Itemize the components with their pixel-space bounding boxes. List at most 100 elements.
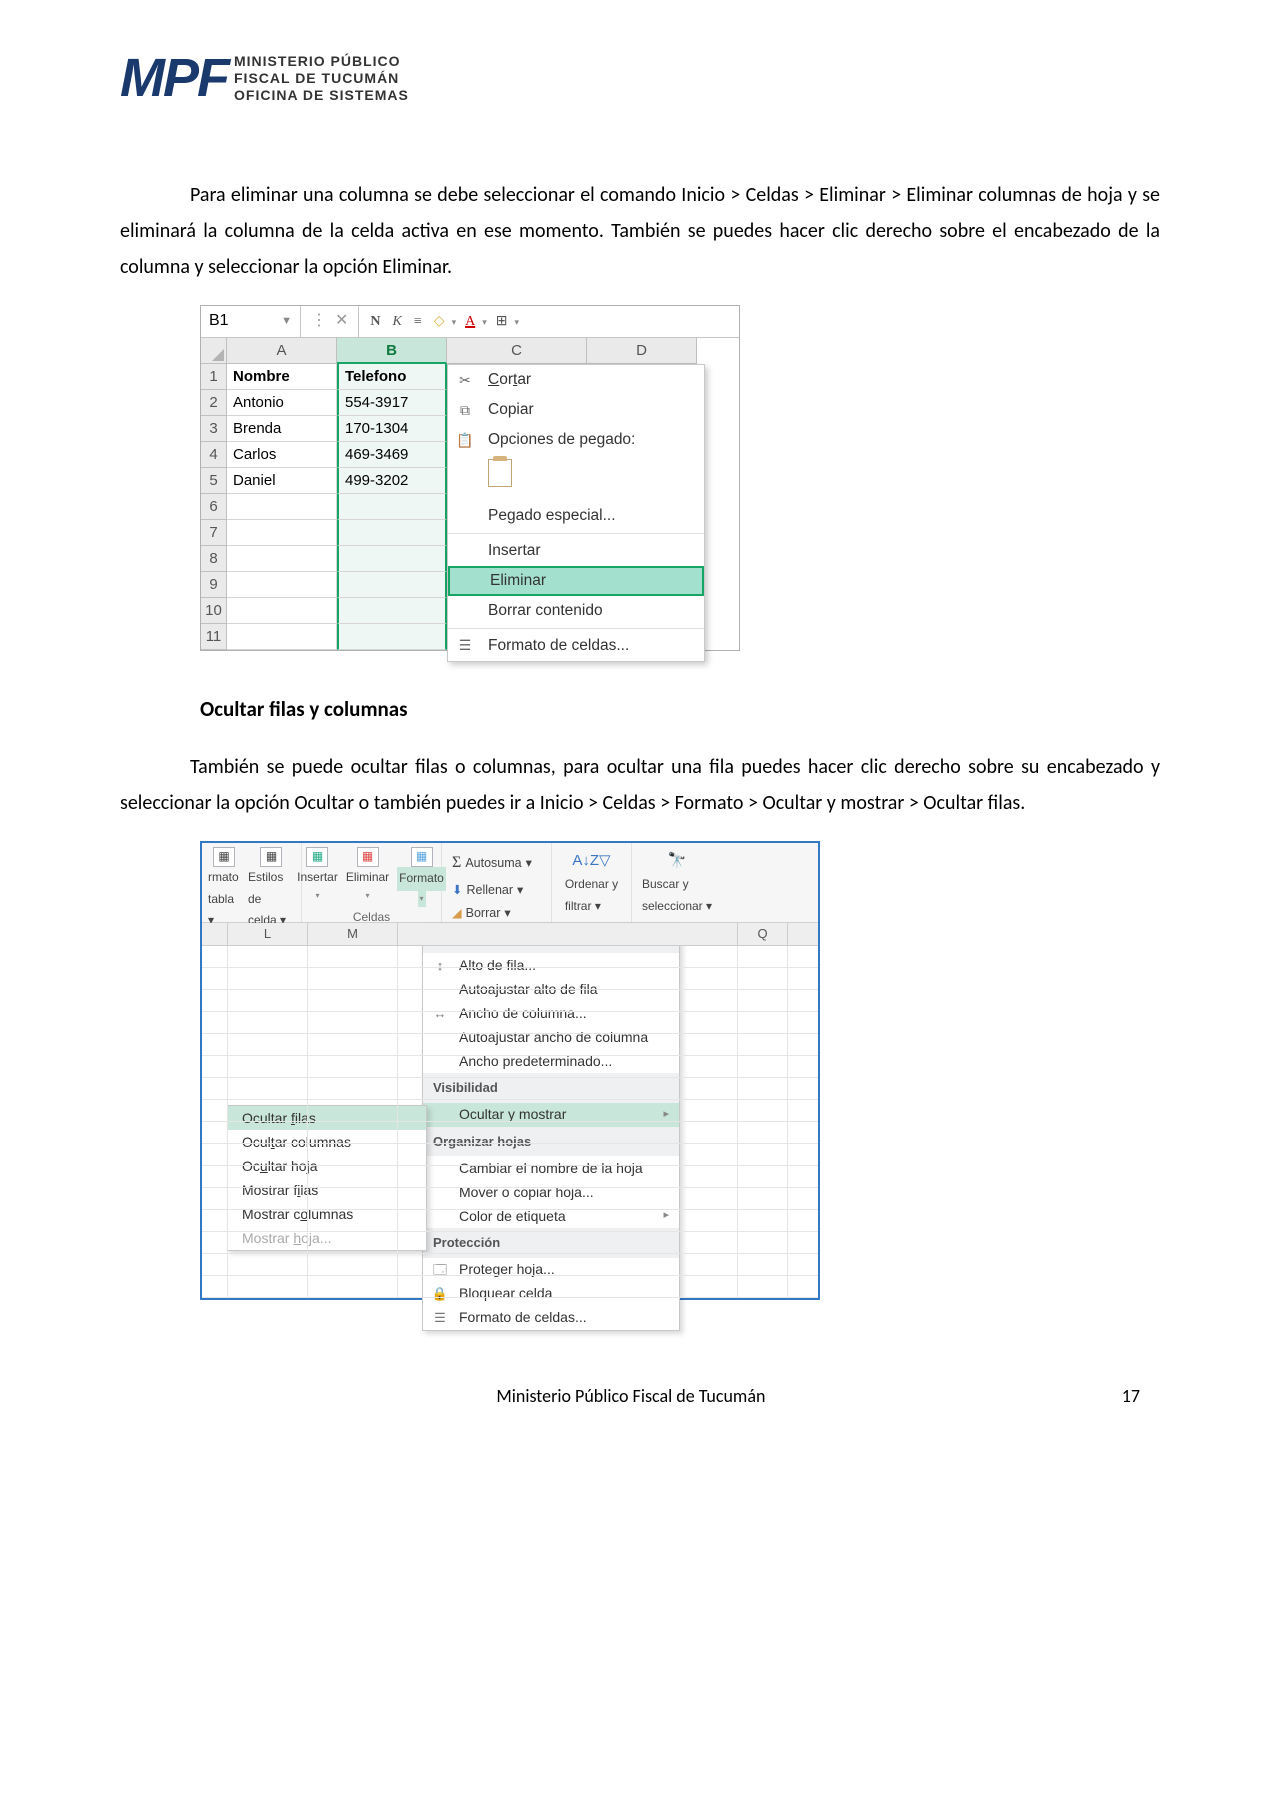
cell[interactable]: 499-3202	[337, 468, 447, 494]
cell[interactable]	[227, 624, 337, 650]
ribbon-autosum[interactable]: ΣAutosuma ▾	[452, 849, 532, 878]
cell[interactable]	[337, 572, 447, 598]
logo-abbr: MPF	[120, 30, 228, 127]
menu-item-paste-special[interactable]: Pegado especial...	[448, 501, 704, 531]
format-cells-icon: ☰	[454, 633, 476, 658]
row-header[interactable]: 8	[201, 546, 227, 572]
cancel-icon[interactable]: ✕	[335, 307, 348, 336]
cell[interactable]	[227, 598, 337, 624]
name-box[interactable]: B1 ▼	[201, 306, 301, 337]
chevron-down-icon[interactable]: ▾	[514, 314, 519, 330]
cell[interactable]	[337, 520, 447, 546]
menu-item-format-cells[interactable]: ☰Formato de celdas...	[423, 1306, 679, 1330]
menu-item-delete[interactable]: Eliminar	[448, 566, 704, 596]
row-header[interactable]: 1	[201, 364, 227, 390]
menu-item-format-cells[interactable]: ☰Formato de celdas...	[448, 631, 704, 661]
section-title-hide: Ocultar filas y columnas	[200, 691, 1160, 729]
menu-item-copy[interactable]: ⧉Copiar	[448, 395, 704, 425]
cell[interactable]	[227, 546, 337, 572]
cell[interactable]: 554-3917	[337, 390, 447, 416]
paragraph-hide-rows: También se puede ocultar filas o columna…	[120, 749, 1160, 821]
row-header[interactable]: 11	[201, 624, 227, 650]
font-color-button[interactable]: A	[462, 308, 478, 335]
menu-item-insert[interactable]: Insertar	[448, 536, 704, 566]
chevron-down-icon[interactable]: ▾	[452, 314, 457, 330]
ribbon-delete[interactable]: ▦Eliminar▾	[346, 847, 389, 907]
header-logo: MPF MINISTERIO PÚBLICO FISCAL DE TUCUMÁN…	[120, 30, 1160, 127]
fill-color-button[interactable]: ◇	[431, 308, 448, 335]
cell[interactable]: 469-3469	[337, 442, 447, 468]
cell[interactable]	[227, 572, 337, 598]
menu-item-clear-contents[interactable]: Borrar contenido	[448, 596, 704, 626]
cell[interactable]: 170-1304	[337, 416, 447, 442]
row-header[interactable]: 9	[201, 572, 227, 598]
cell[interactable]: Daniel	[227, 468, 337, 494]
binoculars-icon: 🔭	[668, 847, 687, 874]
sort-filter-icon: A↓Z▽	[572, 847, 610, 874]
cell[interactable]	[337, 624, 447, 650]
sigma-icon: Σ	[452, 849, 461, 878]
cell[interactable]	[337, 546, 447, 572]
menu-separator	[448, 628, 704, 629]
ribbon-clear[interactable]: ◢Borrar ▾	[452, 902, 532, 925]
mini-toolbar: N K ≡ ◇▾ A▾ ⊞▾	[359, 308, 739, 335]
eraser-icon: ◢	[452, 902, 462, 925]
cell[interactable]: Nombre	[227, 364, 337, 390]
cut-icon: ✂	[454, 368, 476, 393]
clipboard-icon	[488, 459, 512, 487]
ribbon-format-table[interactable]: ▦rmatotabla ▾	[208, 847, 240, 932]
copy-icon: ⧉	[454, 398, 476, 423]
footer-org: Ministerio Público Fiscal de Tucumán	[496, 1380, 765, 1412]
cell[interactable]	[337, 598, 447, 624]
bold-button[interactable]: N	[367, 308, 383, 335]
ribbon: ▦rmatotabla ▾ ▦Estilos decelda ▾ s ▦Inse…	[202, 843, 818, 923]
column-header-c[interactable]: C	[447, 338, 587, 364]
chevron-down-icon[interactable]: ▾	[482, 314, 487, 330]
column-header-q[interactable]: Q	[738, 923, 788, 945]
cell[interactable]	[227, 520, 337, 546]
menu-item-cut[interactable]: ✂Cortar	[448, 365, 704, 395]
divider-icon: ⋮	[311, 307, 327, 336]
ribbon-sort-filter[interactable]: A↓Z▽Ordenar yfiltrar ▾	[565, 847, 618, 917]
cell[interactable]: Telefono	[337, 364, 447, 390]
italic-button[interactable]: K	[390, 308, 405, 335]
column-header-b[interactable]: B	[337, 338, 447, 364]
row-header[interactable]: 2	[201, 390, 227, 416]
excel-screenshot-context-menu: B1 ▼ ⋮ ✕ N K ≡ ◇▾ A▾ ⊞▾ 1234567891011 A …	[200, 305, 740, 651]
cell[interactable]	[337, 494, 447, 520]
row-header[interactable]: 4	[201, 442, 227, 468]
column-header-l[interactable]: L	[228, 923, 308, 945]
paste-option-default[interactable]	[448, 455, 704, 501]
align-button[interactable]: ≡	[411, 308, 425, 335]
formula-bar-controls: ⋮ ✕	[301, 306, 359, 337]
paste-icon: 📋	[454, 428, 476, 453]
paragraph-delete-column: Para eliminar una columna se debe selecc…	[120, 177, 1160, 285]
row-header[interactable]: 7	[201, 520, 227, 546]
column-header-m[interactable]: M	[308, 923, 398, 945]
borders-button[interactable]: ⊞	[493, 308, 511, 335]
formula-bar-row: B1 ▼ ⋮ ✕ N K ≡ ◇▾ A▾ ⊞▾	[201, 306, 739, 338]
fill-down-icon: ⬇	[452, 879, 462, 902]
ribbon-cell-styles[interactable]: ▦Estilos decelda ▾	[248, 847, 295, 932]
ribbon-fill[interactable]: ⬇Rellenar ▾	[452, 879, 532, 902]
row-header[interactable]: 5	[201, 468, 227, 494]
cell[interactable]	[227, 494, 337, 520]
select-all-corner[interactable]	[201, 338, 227, 364]
row-header[interactable]: 10	[201, 598, 227, 624]
ribbon-insert[interactable]: ▦Insertar▾	[297, 847, 338, 907]
row-header[interactable]: 6	[201, 494, 227, 520]
cell[interactable]: Carlos	[227, 442, 337, 468]
row-header[interactable]: 3	[201, 416, 227, 442]
column-header-a[interactable]: A	[227, 338, 337, 364]
column-header-d[interactable]: D	[587, 338, 697, 364]
menu-separator	[448, 533, 704, 534]
logo-subtitle: MINISTERIO PÚBLICO FISCAL DE TUCUMÁN OFI…	[234, 53, 409, 103]
cell[interactable]: Antonio	[227, 390, 337, 416]
page-footer: Ministerio Público Fiscal de Tucumán 17	[120, 1380, 1160, 1412]
dropdown-arrow-icon[interactable]: ▼	[281, 312, 292, 332]
ribbon-format[interactable]: ▦Formato▾	[397, 847, 446, 907]
ribbon-find-select[interactable]: 🔭Buscar yseleccionar ▾	[642, 847, 712, 917]
menu-item-paste-options: 📋Opciones de pegado:	[448, 425, 704, 455]
cell[interactable]: Brenda	[227, 416, 337, 442]
footer-page-number: 17	[1122, 1380, 1140, 1412]
